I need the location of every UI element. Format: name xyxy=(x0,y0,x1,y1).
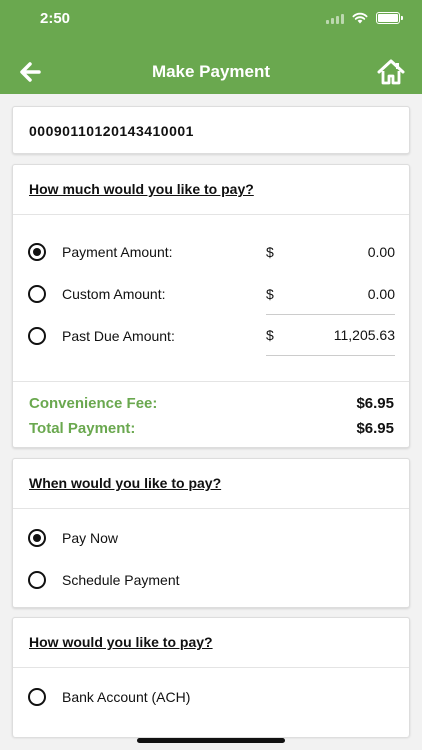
account-card: 00090110120143410001 xyxy=(12,106,410,154)
past-due-amount-radio[interactable] xyxy=(28,327,46,345)
status-icons xyxy=(326,12,403,24)
schedule-payment-radio[interactable] xyxy=(28,571,46,589)
pay-now-radio[interactable] xyxy=(28,529,46,547)
schedule-payment-label[interactable]: Schedule Payment xyxy=(62,572,180,588)
past-due-amount-value: 11,205.63 xyxy=(333,327,395,343)
wifi-icon xyxy=(352,12,368,24)
how-section-title: How would you like to pay? xyxy=(29,634,213,650)
bank-account-radio[interactable] xyxy=(28,688,46,706)
payment-amount-value: 0.00 xyxy=(367,244,395,260)
app-header: 2:50 Make Payment xyxy=(0,0,422,94)
custom-amount-label: Custom Amount: xyxy=(62,286,166,302)
status-time: 2:50 xyxy=(40,10,71,27)
payment-amount-label: Payment Amount: xyxy=(62,244,173,260)
when-card: When would you like to pay? Pay Now Sche… xyxy=(12,458,410,608)
divider xyxy=(13,508,409,509)
account-number: 00090110120143410001 xyxy=(29,123,194,139)
signal-icon xyxy=(326,13,344,24)
divider xyxy=(13,214,409,215)
total-payment-label: Total Payment: xyxy=(29,420,136,437)
amount-section-title: How much would you like to pay? xyxy=(29,181,254,197)
battery-icon xyxy=(376,12,403,24)
past-due-amount-label: Past Due Amount: xyxy=(62,328,175,344)
custom-amount-radio[interactable] xyxy=(28,285,46,303)
home-icon xyxy=(377,59,405,85)
divider xyxy=(13,667,409,668)
convenience-fee-label: Convenience Fee: xyxy=(29,395,158,412)
home-button[interactable] xyxy=(376,58,406,86)
bank-account-label[interactable]: Bank Account (ACH) xyxy=(62,689,190,705)
amount-card: How much would you like to pay? Payment … xyxy=(12,164,410,448)
payment-amount-radio[interactable] xyxy=(28,243,46,261)
how-card: How would you like to pay? Bank Account … xyxy=(12,617,410,737)
pay-now-label[interactable]: Pay Now xyxy=(62,530,118,546)
when-section-title: When would you like to pay? xyxy=(29,475,222,491)
custom-amount-currency: $ xyxy=(266,286,274,302)
page-title: Make Payment xyxy=(151,62,271,81)
custom-amount-value[interactable]: 0.00 xyxy=(281,286,395,302)
home-indicator[interactable] xyxy=(137,738,285,743)
divider xyxy=(13,381,409,382)
total-payment-value: $6.95 xyxy=(356,420,394,437)
payment-amount-currency: $ xyxy=(266,244,274,260)
convenience-fee-value: $6.95 xyxy=(356,395,394,412)
past-due-amount-currency: $ xyxy=(266,327,274,343)
